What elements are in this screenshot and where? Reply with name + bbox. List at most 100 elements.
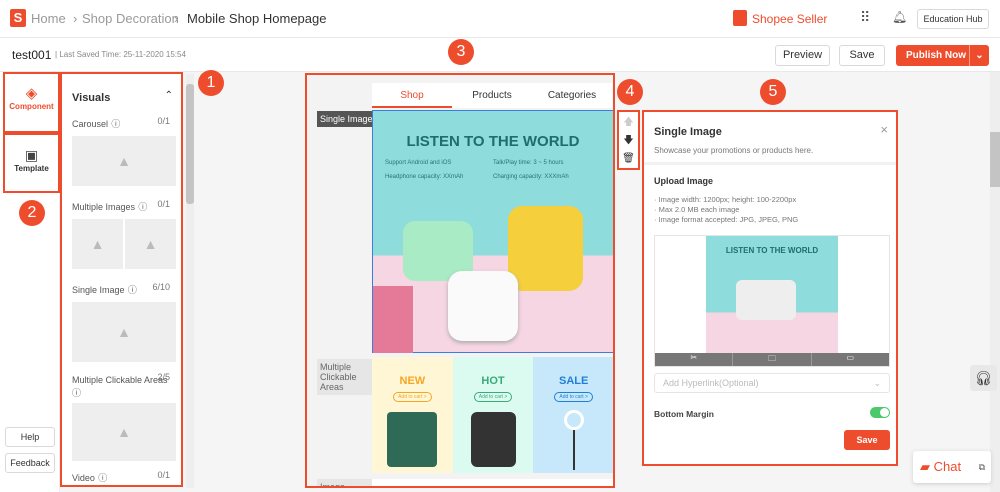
scrollbar-thumb[interactable]	[186, 84, 194, 204]
area-new[interactable]: NEW Add to cart >	[372, 357, 453, 473]
publish-now-button[interactable]: Publish Now ⌄	[896, 45, 989, 66]
layers-icon: ◈	[25, 85, 38, 102]
preview-button[interactable]: Preview	[775, 45, 830, 66]
tab-products[interactable]: Products	[452, 83, 532, 108]
publish-label: Publish Now	[906, 50, 966, 61]
education-hub-button[interactable]: Education Hub	[917, 9, 989, 29]
item-count: 0/1	[157, 470, 170, 480]
feature: Support Android and iOS	[385, 160, 452, 166]
section-label-single-image[interactable]: Single Image	[317, 111, 376, 127]
callout-badge-1: 1	[198, 70, 224, 96]
item-label: Multiple Images	[72, 202, 136, 212]
headset-support-icon[interactable]: 🎧︎	[970, 365, 997, 391]
page-scrollbar[interactable]	[990, 72, 1000, 492]
yellow-earbuds-case	[508, 206, 583, 291]
chevron-right-icon: ›	[73, 11, 78, 26]
crop-icon[interactable]: ✂	[655, 353, 732, 366]
component-carousel[interactable]: Carousel ⓘ 0/1 ▲	[72, 116, 176, 186]
close-icon[interactable]: ×	[880, 122, 888, 137]
toggle-knob	[880, 408, 889, 417]
chevron-down-icon[interactable]: ⌄	[969, 45, 989, 66]
ring-light-image	[563, 410, 584, 430]
image-actions-bar: ✂ 🗀 ▭	[655, 353, 889, 366]
chat-icon: ▰	[920, 459, 930, 474]
expand-icon[interactable]: ⧉	[979, 451, 985, 483]
feature: Charging capacity: XXXmAh	[493, 174, 569, 180]
feedback-button[interactable]: Feedback	[5, 453, 55, 473]
collapse-icon[interactable]: ⌃	[165, 90, 173, 101]
breadcrumb-shop-decoration[interactable]: Shop Decoration	[82, 11, 179, 26]
feature: Talk/Play time: 3 ~ 5 hours	[493, 160, 564, 166]
rail-component[interactable]: ◈ Component	[3, 72, 60, 133]
editor-toolbar: test001 | Last Saved Time: 25-11-2020 15…	[0, 38, 1000, 72]
scrollbar-thumb[interactable]	[990, 132, 1000, 187]
bell-icon[interactable]: 🔔︎	[892, 10, 907, 24]
item-count: 2/5	[157, 372, 170, 382]
feature: Headphone capacity: XXmAh	[385, 174, 464, 180]
display-icon[interactable]: ▭	[810, 353, 889, 366]
component-label: Component	[9, 102, 54, 111]
chat-label: Chat	[933, 459, 962, 474]
image-placeholder-icon: ▲	[72, 136, 176, 186]
breadcrumb-home[interactable]: Home	[31, 11, 66, 26]
add-to-cart-link[interactable]: Add to cart >	[554, 392, 593, 402]
move-down-icon[interactable]: 🡇	[619, 132, 638, 150]
rule: Max 2.0 MB each image	[658, 205, 740, 214]
chevron-down-icon: ⌄	[873, 378, 881, 388]
component-multiple-clickable-areas[interactable]: Multiple Clickable Areas 2/5 ⓘ ▲	[72, 372, 176, 461]
single-image-banner[interactable]: LISTEN TO THE WORLD Support Android and …	[372, 110, 613, 353]
area-hot[interactable]: HOT Add to cart >	[452, 357, 534, 473]
area-title: HOT	[481, 375, 505, 387]
move-up-icon[interactable]: 🡅	[619, 114, 638, 132]
section-label-multiple-clickable-areas[interactable]: Multiple Clickable Areas	[317, 359, 372, 395]
breadcrumb-current: Mobile Shop Homepage	[187, 11, 327, 26]
chat-widget[interactable]: ▰ Chat ⧉	[913, 451, 991, 483]
item-count: 6/10	[152, 282, 170, 292]
save-button[interactable]: Save	[839, 45, 885, 66]
component-multiple-images[interactable]: Multiple Images ⓘ 0/1 ▲ ▲	[72, 199, 176, 269]
multiple-clickable-areas[interactable]: NEW Add to cart > HOT Add to cart > SALE Ad…	[372, 357, 613, 473]
callout-badge-4: 4	[617, 79, 643, 105]
item-label: Video	[72, 473, 95, 483]
editor-save-button[interactable]: Save	[844, 430, 890, 450]
section-label-image[interactable]: Image	[317, 479, 372, 486]
mobile-preview: Shop Products Categories Single Image LI…	[305, 73, 615, 488]
rule: Image width: 1200px; height: 100-2200px	[658, 195, 797, 204]
rail-template[interactable]: ▣ Template	[3, 133, 60, 193]
page-name: test001	[12, 48, 52, 62]
section-tools: 🡅 🡇 🗑︎	[617, 110, 640, 170]
image-placeholder-icon: ▲	[72, 219, 123, 269]
uploaded-image-preview[interactable]: LISTEN TO THE WORLD ✂ 🗀 ▭	[654, 235, 890, 367]
panel-scrollbar[interactable]	[186, 74, 194, 488]
rule: Image format accepted: JPG, JPEG, PNG	[658, 215, 799, 224]
chevron-right-icon: ›	[174, 11, 179, 26]
template-icon: ▣	[24, 147, 39, 163]
add-to-cart-link[interactable]: Add to cart >	[473, 392, 513, 402]
shopee-logo-icon[interactable]: S	[10, 9, 26, 27]
upload-title: Upload Image	[654, 176, 714, 186]
last-saved-time: | Last Saved Time: 25-11-2020 15:54	[55, 50, 186, 59]
single-image-editor: Single Image × Showcase your promotions …	[642, 110, 898, 466]
replace-image-icon[interactable]: 🗀	[732, 353, 810, 366]
shopee-bag-icon	[733, 10, 747, 26]
tab-categories[interactable]: Categories	[532, 83, 612, 108]
tab-shop[interactable]: Shop	[372, 83, 452, 108]
delete-icon[interactable]: 🗑︎	[619, 150, 638, 168]
top-bar: S Home › Shop Decoration › Mobile Shop H…	[0, 0, 1000, 38]
hyperlink-placeholder: Add Hyperlink(Optional)	[663, 378, 759, 388]
item-label: Carousel	[72, 119, 109, 129]
hyperlink-select[interactable]: Add Hyperlink(Optional) ⌄	[654, 373, 890, 393]
help-icon: ⓘ	[111, 119, 121, 129]
apps-grid-icon[interactable]: ⠿	[860, 9, 870, 26]
area-sale[interactable]: SALE Add to cart >	[533, 357, 613, 473]
component-video[interactable]: Video ⓘ 0/1	[72, 470, 176, 484]
callout-badge-5: 5	[760, 79, 786, 105]
image-placeholder-icon: ▲	[125, 219, 176, 269]
thumbnail-product	[736, 280, 796, 320]
item-count: 0/1	[157, 116, 170, 126]
component-single-image[interactable]: Single Image ⓘ 6/10 ▲	[72, 282, 176, 362]
bottom-margin-toggle[interactable]	[870, 407, 890, 418]
add-to-cart-link[interactable]: Add to cart >	[393, 392, 432, 402]
area-title: SALE	[559, 375, 589, 387]
help-button[interactable]: Help	[5, 427, 55, 447]
